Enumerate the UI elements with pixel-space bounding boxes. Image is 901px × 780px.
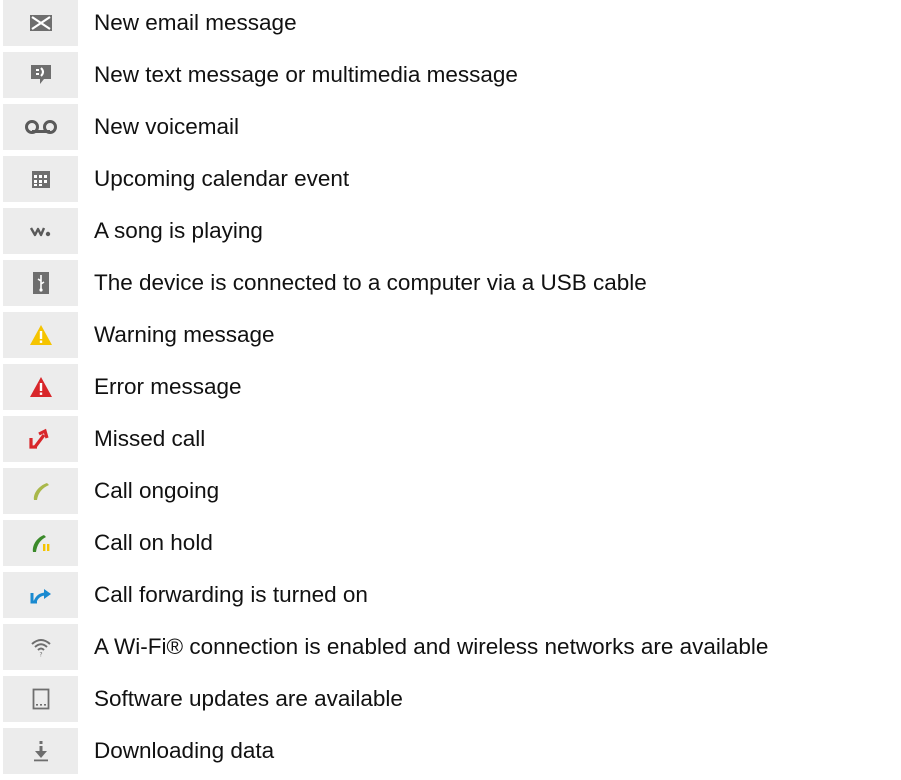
icon-cell bbox=[3, 676, 78, 722]
icon-cell bbox=[3, 52, 78, 98]
list-item-label: Software updates are available bbox=[94, 686, 403, 711]
list-item: New voicemail bbox=[0, 104, 901, 156]
call-on-hold-icon bbox=[30, 532, 52, 554]
error-icon bbox=[29, 376, 53, 398]
icon-cell bbox=[3, 312, 78, 358]
icon-cell bbox=[3, 208, 78, 254]
icon-cell bbox=[3, 260, 78, 306]
list-item-label: Call on hold bbox=[94, 530, 213, 555]
download-icon bbox=[32, 740, 50, 762]
list-item-label: Upcoming calendar event bbox=[94, 166, 350, 191]
icon-cell bbox=[3, 364, 78, 410]
warning-icon bbox=[29, 324, 53, 346]
list-item: A song is playing bbox=[0, 208, 901, 260]
icon-cell: ? bbox=[3, 624, 78, 670]
voicemail-icon bbox=[24, 119, 58, 135]
icon-cell bbox=[3, 104, 78, 150]
list-item-label: Downloading data bbox=[94, 738, 275, 763]
email-icon bbox=[29, 14, 53, 32]
list-item: Call on hold bbox=[0, 520, 901, 572]
icon-cell bbox=[3, 468, 78, 514]
list-item: Call forwarding is turned on bbox=[0, 572, 901, 624]
list-item: Call ongoing bbox=[0, 468, 901, 520]
list-item: Downloading data bbox=[0, 728, 901, 780]
notification-icon-list: New email message New text message or mu… bbox=[0, 0, 901, 780]
list-item-label: Error message bbox=[94, 374, 242, 399]
list-item: Missed call bbox=[0, 416, 901, 468]
icon-cell bbox=[3, 520, 78, 566]
list-item: The device is connected to a computer vi… bbox=[0, 260, 901, 312]
usb-icon bbox=[32, 272, 49, 294]
list-item-label: New voicemail bbox=[94, 114, 240, 139]
wifi-icon: ? bbox=[30, 637, 52, 657]
icon-cell bbox=[3, 416, 78, 462]
list-item-label: New text message or multimedia message bbox=[94, 62, 518, 87]
list-item-label: The device is connected to a computer vi… bbox=[94, 270, 647, 295]
music-playing-icon bbox=[29, 224, 53, 238]
list-item-label: A Wi-Fi® connection is enabled and wirel… bbox=[94, 634, 769, 659]
list-item-label: A song is playing bbox=[94, 218, 263, 243]
list-item-label: Warning message bbox=[94, 322, 275, 347]
list-item-label: New email message bbox=[94, 10, 297, 35]
calendar-icon bbox=[31, 169, 51, 189]
software-update-icon bbox=[32, 688, 50, 710]
list-item: New email message bbox=[0, 0, 901, 52]
missed-call-icon bbox=[28, 428, 54, 450]
svg-text:?: ? bbox=[39, 652, 42, 658]
list-item-label: Call forwarding is turned on bbox=[94, 582, 368, 607]
call-forwarding-icon bbox=[29, 585, 53, 605]
text-message-icon bbox=[30, 64, 52, 86]
list-item: ? A Wi-Fi® connection is enabled and wir… bbox=[0, 624, 901, 676]
list-item-label: Call ongoing bbox=[94, 478, 220, 503]
icon-cell bbox=[3, 728, 78, 774]
list-item: New text message or multimedia message bbox=[0, 52, 901, 104]
call-ongoing-icon bbox=[30, 480, 52, 502]
icon-cell bbox=[3, 0, 78, 46]
icon-cell bbox=[3, 156, 78, 202]
list-item: Error message bbox=[0, 364, 901, 416]
icon-cell bbox=[3, 572, 78, 618]
list-item-label: Missed call bbox=[94, 426, 206, 451]
list-item: Upcoming calendar event bbox=[0, 156, 901, 208]
list-item: Warning message bbox=[0, 312, 901, 364]
list-item: Software updates are available bbox=[0, 676, 901, 728]
